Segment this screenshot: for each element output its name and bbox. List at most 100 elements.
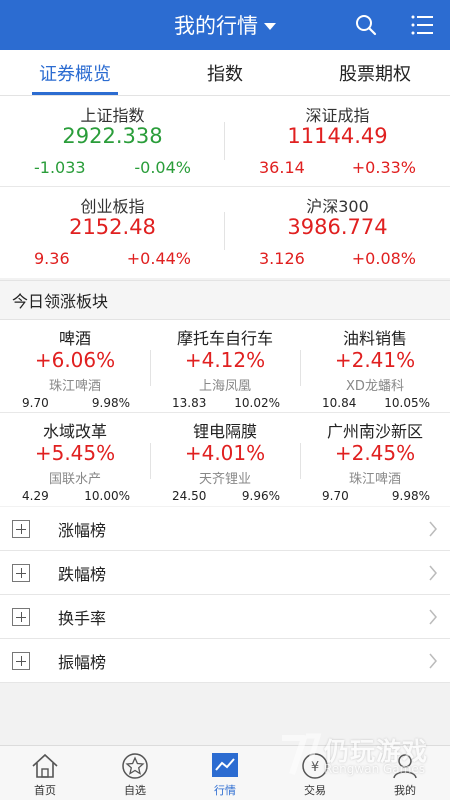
index-card-chinext[interactable]: 创业板指 2152.48 9.36 +0.44% <box>0 187 225 277</box>
sector-percent: +4.01% <box>184 441 266 465</box>
sector-percent: +2.41% <box>334 348 416 372</box>
home-icon <box>32 753 58 778</box>
tab-stock-options[interactable]: 股票期权 <box>300 50 450 95</box>
sector-card[interactable]: 锂电隔膜 +4.01% 天齐锂业 24.50 9.96% <box>150 413 300 505</box>
ranking-list: 涨幅榜 跌幅榜 换手率 振幅榜 <box>0 507 450 683</box>
list-item-amplitude[interactable]: 振幅榜 <box>0 639 450 683</box>
expand-plus-icon[interactable] <box>12 608 30 626</box>
list-item-losers[interactable]: 跌幅榜 <box>0 551 450 595</box>
list-item-label: 涨幅榜 <box>58 520 107 540</box>
index-name: 沪深300 <box>306 197 369 216</box>
index-card-shanghai[interactable]: 上证指数 2922.338 -1.033 -0.04% <box>0 96 225 186</box>
index-value: 2922.338 <box>62 124 163 148</box>
nav-label: 自选 <box>124 784 146 797</box>
sector-name: 水域改革 <box>42 422 107 441</box>
stock-price: 24.50 <box>172 489 207 503</box>
stock-percent: 10.02% <box>234 396 280 410</box>
leading-stock: 国联水产 <box>48 472 101 487</box>
list-item-label: 振幅榜 <box>58 652 107 672</box>
expand-plus-icon[interactable] <box>12 520 30 538</box>
sector-card[interactable]: 油料销售 +2.41% XD龙蟠科 10.84 10.05% <box>300 320 450 412</box>
stock-price: 13.83 <box>172 396 207 410</box>
tab-bar: 证券概览 指数 股票期权 <box>0 50 450 96</box>
search-button[interactable] <box>352 11 380 39</box>
stock-percent: 9.98% <box>391 489 430 503</box>
index-percent: +0.33% <box>351 158 416 177</box>
index-card-shenzhen[interactable]: 深证成指 11144.49 36.14 +0.33% <box>225 96 450 186</box>
watermark-logo <box>282 733 322 775</box>
divider <box>0 186 450 187</box>
watermark: 仍玩游戏 Rengwan Games <box>278 730 448 782</box>
stock-price: 10.84 <box>322 396 357 410</box>
top-bar: 我的行情 <box>0 0 450 50</box>
stock-percent: 9.98% <box>91 396 130 410</box>
stock-price: 9.70 <box>22 396 49 410</box>
divider <box>0 412 450 413</box>
index-change: 9.36 <box>34 249 70 268</box>
divider <box>150 443 151 479</box>
caret-down-icon <box>264 22 276 30</box>
leading-stock: 珠江啤酒 <box>348 472 401 487</box>
index-grid: 上证指数 2922.338 -1.033 -0.04% 深证成指 11144.4… <box>0 96 450 278</box>
stock-percent: 10.00% <box>84 489 130 503</box>
chevron-right-icon <box>429 565 437 581</box>
sector-card[interactable]: 啤酒 +6.06% 珠江啤酒 9.70 9.98% <box>0 320 150 412</box>
sector-card[interactable]: 水域改革 +5.45% 国联水产 4.29 10.00% <box>0 413 150 505</box>
index-percent: +0.44% <box>126 249 191 268</box>
chevron-right-icon <box>429 521 437 537</box>
divider <box>300 350 301 386</box>
search-icon <box>356 15 377 36</box>
index-name: 深证成指 <box>305 106 370 125</box>
list-item-label: 换手率 <box>58 608 107 628</box>
nav-label: 交易 <box>304 784 326 797</box>
leading-stock: XD龙蟠科 <box>346 379 404 394</box>
sector-percent: +2.45% <box>334 441 416 465</box>
leading-stock: 上海凤凰 <box>198 379 251 394</box>
list-menu-icon <box>411 15 433 35</box>
index-name: 创业板指 <box>80 197 145 216</box>
chevron-right-icon <box>429 609 437 625</box>
star-icon <box>122 753 148 779</box>
sector-name: 锂电隔膜 <box>192 422 257 441</box>
sector-name: 油料销售 <box>342 329 407 348</box>
chart-icon <box>212 753 238 777</box>
sector-card[interactable]: 广州南沙新区 +2.45% 珠江啤酒 9.70 9.98% <box>300 413 450 505</box>
sector-name: 广州南沙新区 <box>326 422 423 441</box>
nav-home[interactable]: 首页 <box>0 746 90 800</box>
title-dropdown[interactable]: 我的行情 <box>0 0 450 50</box>
list-item-label: 跌幅榜 <box>58 564 107 584</box>
index-percent: -0.04% <box>134 158 191 177</box>
index-card-csi300[interactable]: 沪深300 3986.774 3.126 +0.08% <box>225 187 450 277</box>
leading-stock: 珠江啤酒 <box>48 379 101 394</box>
tab-index[interactable]: 指数 <box>150 50 300 95</box>
sector-name: 摩托车自行车 <box>176 329 273 348</box>
nav-label: 首页 <box>34 784 56 797</box>
divider <box>300 443 301 479</box>
index-change: -1.033 <box>34 158 86 177</box>
nav-watchlist[interactable]: 自选 <box>90 746 180 800</box>
nav-market[interactable]: 行情 <box>180 746 270 800</box>
page-title: 我的行情 <box>174 14 258 38</box>
tab-label: 证券概览 <box>39 63 111 85</box>
section-title: 今日领涨板块 <box>0 280 450 320</box>
sector-card[interactable]: 摩托车自行车 +4.12% 上海凤凰 13.83 10.02% <box>150 320 300 412</box>
list-item-turnover[interactable]: 换手率 <box>0 595 450 639</box>
sector-percent: +6.06% <box>34 348 116 372</box>
divider <box>150 350 151 386</box>
stock-price: 4.29 <box>22 489 49 503</box>
list-item-gainers[interactable]: 涨幅榜 <box>0 507 450 551</box>
expand-plus-icon[interactable] <box>12 564 30 582</box>
index-value: 2152.48 <box>69 215 156 239</box>
sector-percent: +5.45% <box>34 441 116 465</box>
sector-percent: +4.12% <box>184 348 266 372</box>
index-change: 3.126 <box>259 249 305 268</box>
tab-overview[interactable]: 证券概览 <box>0 50 150 95</box>
menu-button[interactable] <box>408 11 436 39</box>
sector-grid: 啤酒 +6.06% 珠江啤酒 9.70 9.98% 摩托车自行车 +4.12% … <box>0 320 450 506</box>
sector-name: 啤酒 <box>58 329 91 348</box>
tab-label: 指数 <box>207 63 243 85</box>
index-percent: +0.08% <box>351 249 416 268</box>
stock-percent: 9.96% <box>241 489 280 503</box>
expand-plus-icon[interactable] <box>12 652 30 670</box>
leading-stock: 天齐锂业 <box>198 472 251 487</box>
